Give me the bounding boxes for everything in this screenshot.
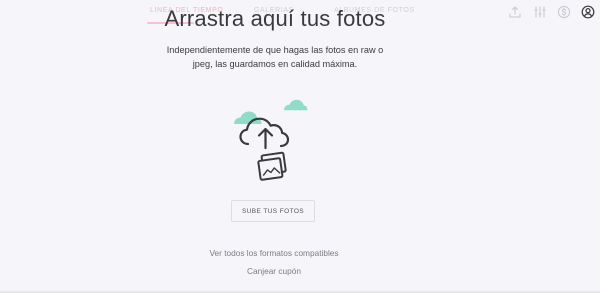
- description-text: Independientemente de que hagas las foto…: [166, 45, 384, 69]
- page-title: Arrastra aquí tus fotos: [164, 6, 386, 31]
- upload-illustration: [228, 96, 320, 184]
- compatible-formats-link[interactable]: Ver todos los formatos compatibles: [0, 248, 548, 258]
- redeem-coupon-link[interactable]: Canjear cupón: [0, 266, 548, 276]
- upload-photos-button[interactable]: SUBE TUS FOTOS: [231, 200, 315, 222]
- dollar-icon[interactable]: [556, 4, 571, 19]
- cloud-upload-icon: [234, 99, 308, 181]
- user-icon[interactable]: [580, 4, 595, 19]
